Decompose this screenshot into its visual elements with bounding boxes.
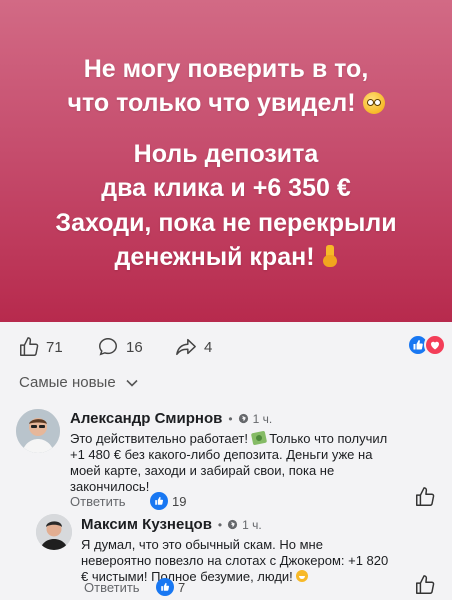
comment-body-1: Это действительно работает! Только что п… bbox=[70, 430, 400, 495]
comment-author-1: Александр Смирнов • 1 ч. bbox=[70, 410, 272, 427]
comment-sort-dropdown[interactable]: Самые новые bbox=[19, 374, 138, 391]
banner-line-1: Не могу поверить в то, bbox=[83, 55, 369, 83]
chevron-down-icon bbox=[126, 379, 138, 387]
globe-icon bbox=[238, 413, 248, 424]
thumbs-up-icon bbox=[416, 575, 435, 594]
banner-line-4: два клика и +6 350 € bbox=[101, 174, 351, 202]
avatar[interactable] bbox=[16, 409, 60, 453]
banner-line-3: Ноль депозита bbox=[133, 140, 319, 168]
like-count: 19 bbox=[172, 493, 187, 509]
globe-icon bbox=[228, 519, 238, 530]
share-count: 4 bbox=[204, 338, 213, 356]
like-reaction-icon bbox=[150, 492, 168, 510]
money-with-wings-icon bbox=[250, 430, 267, 446]
reaction-summary[interactable] bbox=[407, 334, 446, 356]
comment-bubble-icon bbox=[99, 338, 117, 356]
like-reaction-icon bbox=[156, 578, 174, 596]
share-action[interactable]: 4 bbox=[174, 336, 212, 358]
comment-like-count[interactable]: 19 bbox=[150, 492, 186, 510]
post-actions-bar: 71 16 4 bbox=[0, 322, 452, 372]
comment-author-2: Максим Кузнецов • 1 ч. bbox=[81, 516, 262, 533]
like-action[interactable]: 71 bbox=[18, 336, 63, 358]
reply-button[interactable]: Ответить bbox=[70, 494, 126, 509]
comment-time: 1 ч. bbox=[252, 411, 273, 426]
comment-meta: • 1 ч. bbox=[228, 411, 273, 426]
grinning-face-icon bbox=[296, 570, 309, 582]
sort-label: Самые новые bbox=[19, 374, 116, 391]
like-comment-button[interactable] bbox=[414, 486, 436, 513]
comment-text-part: Это действительно работает! bbox=[70, 431, 248, 446]
like-comment-button[interactable] bbox=[414, 574, 436, 600]
pointing-down-icon bbox=[322, 245, 338, 269]
post-image-banner: Не могу поверить в то, что только что ув… bbox=[0, 0, 452, 322]
banner-line-6: денежный кран! bbox=[0, 242, 452, 272]
comment-like-count[interactable]: 7 bbox=[156, 578, 185, 596]
person-avatar-icon bbox=[16, 409, 60, 453]
love-reaction-icon bbox=[424, 334, 446, 356]
comment-body-2: Я думал, что это обычный скам. Но мне не… bbox=[81, 537, 393, 585]
banner-line-6-text: денежный кран! bbox=[114, 243, 315, 271]
banner-line-2: что только что увидел! bbox=[0, 88, 452, 118]
comment-meta: • 1 ч. bbox=[217, 517, 262, 532]
comment-text-part: Я думал, что это обычный скам. Но мне не… bbox=[81, 537, 389, 584]
like-count: 7 bbox=[178, 579, 186, 595]
flushed-face-icon bbox=[362, 92, 385, 114]
comment-action[interactable]: 16 bbox=[96, 336, 143, 358]
like-count: 71 bbox=[46, 338, 63, 356]
comment-time: 1 ч. bbox=[242, 517, 262, 532]
thumbs-up-icon bbox=[20, 337, 39, 356]
author-name[interactable]: Александр Смирнов bbox=[70, 410, 222, 427]
comment-count: 16 bbox=[126, 338, 143, 356]
person-avatar-icon bbox=[36, 514, 72, 550]
author-name[interactable]: Максим Кузнецов bbox=[81, 516, 212, 533]
banner-line-2-text: что только что увидел! bbox=[67, 89, 356, 117]
share-arrow-icon bbox=[176, 338, 196, 356]
banner-line-5: Заходи, пока не перекрыли bbox=[55, 209, 397, 237]
avatar[interactable] bbox=[36, 514, 72, 550]
thumbs-up-icon bbox=[416, 487, 435, 506]
reply-button[interactable]: Ответить bbox=[84, 580, 140, 595]
